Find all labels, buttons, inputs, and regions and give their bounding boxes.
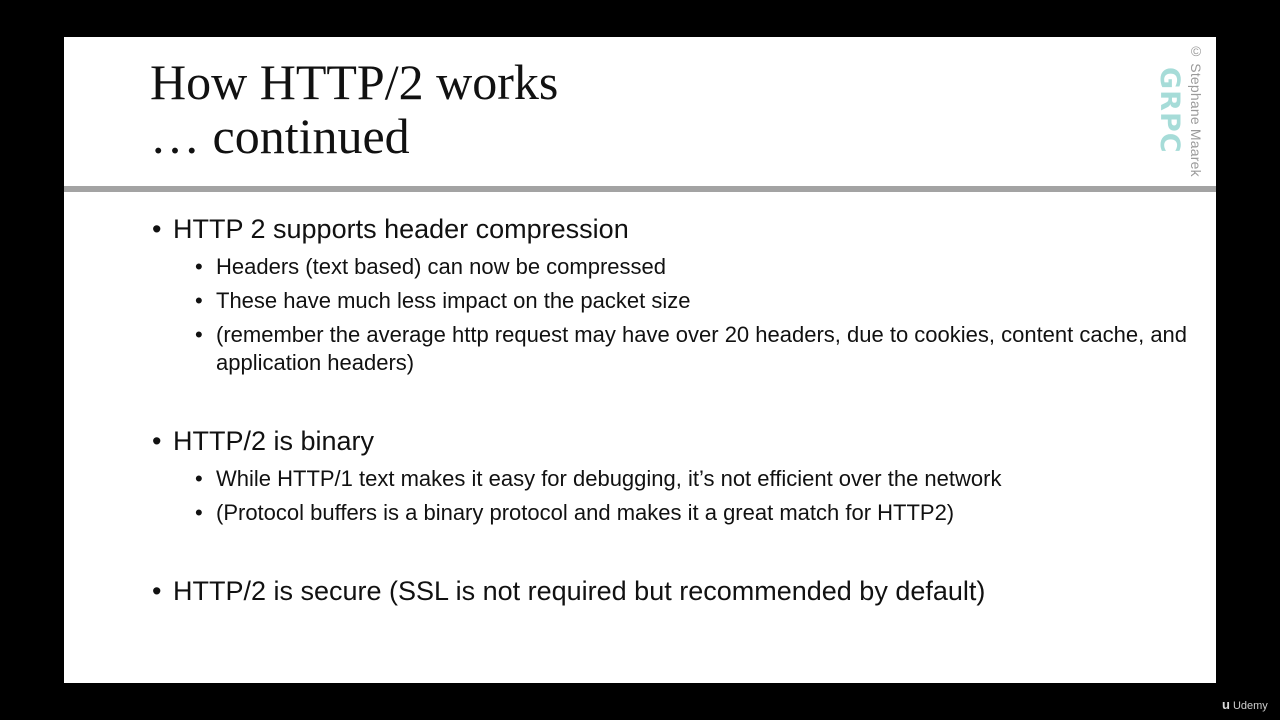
bullet-header-compression: HTTP 2 supports header compression bbox=[152, 211, 1192, 247]
bullet-secure: HTTP/2 is secure (SSL is not required bu… bbox=[152, 573, 1192, 609]
title-line-1: How HTTP/2 works bbox=[150, 54, 559, 110]
udemy-brand-text: Udemy bbox=[1232, 700, 1268, 712]
bullet-group-binary: HTTP/2 is binary While HTTP/1 text makes… bbox=[152, 423, 1192, 527]
grpc-logo: GRPC bbox=[1154, 67, 1185, 154]
sub-bullet: While HTTP/1 text makes it easy for debu… bbox=[195, 465, 1192, 493]
sub-bullet: (remember the average http request may h… bbox=[195, 321, 1192, 377]
slide-title: How HTTP/2 works … continued bbox=[150, 55, 558, 163]
title-line-2: … continued bbox=[150, 108, 410, 164]
sub-bullet: These have much less impact on the packe… bbox=[195, 287, 1192, 315]
sub-bullet: Headers (text based) can now be compress… bbox=[195, 253, 1192, 281]
bullet-group-secure: HTTP/2 is secure (SSL is not required bu… bbox=[152, 573, 1192, 609]
udemy-icon: u bbox=[1222, 697, 1230, 712]
slide-content: HTTP 2 supports header compression Heade… bbox=[152, 211, 1192, 609]
udemy-logo: u Udemy bbox=[1222, 697, 1268, 712]
sub-bullets: While HTTP/1 text makes it easy for debu… bbox=[152, 465, 1192, 527]
sub-bullet: (Protocol buffers is a binary protocol a… bbox=[195, 499, 1192, 527]
copyright-watermark: © Stephane Maarek bbox=[1188, 43, 1204, 177]
sub-bullets: Headers (text based) can now be compress… bbox=[152, 253, 1192, 377]
bullet-binary: HTTP/2 is binary bbox=[152, 423, 1192, 459]
bullet-group-header-compression: HTTP 2 supports header compression Heade… bbox=[152, 211, 1192, 377]
title-divider bbox=[64, 186, 1216, 192]
slide: How HTTP/2 works … continued GRPC © Step… bbox=[64, 37, 1216, 683]
